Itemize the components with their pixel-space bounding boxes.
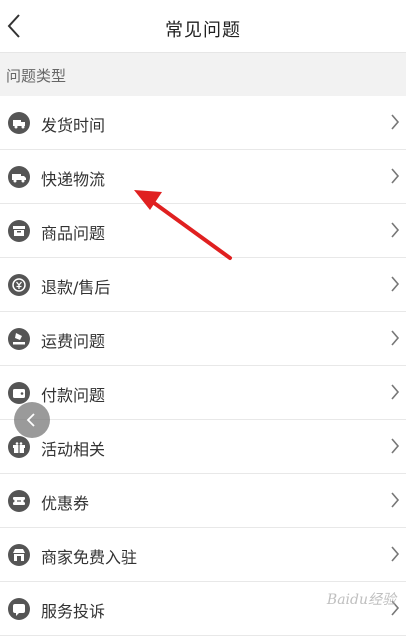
chevron-right-icon (391, 276, 400, 292)
faq-item-label: 活动相关 (41, 440, 106, 459)
header-bar: 常见问题 (0, 0, 406, 53)
floating-back-button[interactable] (14, 402, 50, 438)
refund-yen-icon (8, 274, 30, 296)
faq-item-label: 优惠券 (41, 494, 90, 513)
page-title: 常见问题 (165, 20, 241, 41)
faq-list: 发货时间 快递物流 商品问题 退款/售后 运费问题 付款问题 活动相关 优惠券 … (0, 96, 406, 636)
chevron-right-icon (391, 168, 400, 184)
chevron-right-icon (391, 330, 400, 346)
faq-item-product[interactable]: 商品问题 (0, 204, 406, 258)
freight-hand-icon (8, 328, 30, 350)
section-label: 问题类型 (6, 67, 67, 85)
chevron-right-icon (391, 438, 400, 454)
faq-item-label: 运费问题 (41, 332, 106, 351)
faq-item-activity[interactable]: 活动相关 (0, 420, 406, 474)
faq-item-label: 商品问题 (41, 224, 106, 243)
wallet-icon (8, 382, 30, 404)
faq-item-coupon[interactable]: 优惠券 (0, 474, 406, 528)
product-box-icon (8, 220, 30, 242)
chevron-right-icon (391, 546, 400, 562)
faq-item-label: 付款问题 (41, 386, 106, 405)
chevron-left-icon (26, 413, 35, 427)
watermark: Baidu经验 (326, 592, 396, 608)
gift-icon (8, 436, 30, 458)
faq-item-freight[interactable]: 运费问题 (0, 312, 406, 366)
chevron-right-icon (391, 222, 400, 238)
store-icon (8, 544, 30, 566)
complaint-icon (8, 598, 30, 620)
faq-item-label: 商家免费入驻 (41, 548, 138, 567)
section-header: 问题类型 (0, 53, 406, 96)
faq-item-label: 快递物流 (41, 170, 106, 189)
faq-item-label: 服务投诉 (41, 602, 106, 621)
chevron-right-icon (391, 492, 400, 508)
faq-item-label: 发货时间 (41, 116, 106, 135)
faq-item-label: 退款/售后 (41, 278, 111, 297)
shipping-truck-icon (8, 112, 30, 134)
chevron-right-icon (391, 114, 400, 130)
coupon-icon (8, 490, 30, 512)
chevron-right-icon (391, 384, 400, 400)
faq-item-merchant-join[interactable]: 商家免费入驻 (0, 528, 406, 582)
faq-item-refund[interactable]: 退款/售后 (0, 258, 406, 312)
faq-item-payment[interactable]: 付款问题 (0, 366, 406, 420)
delivery-van-icon (8, 166, 30, 188)
faq-item-logistics[interactable]: 快递物流 (0, 150, 406, 204)
faq-item-shipping-time[interactable]: 发货时间 (0, 96, 406, 150)
